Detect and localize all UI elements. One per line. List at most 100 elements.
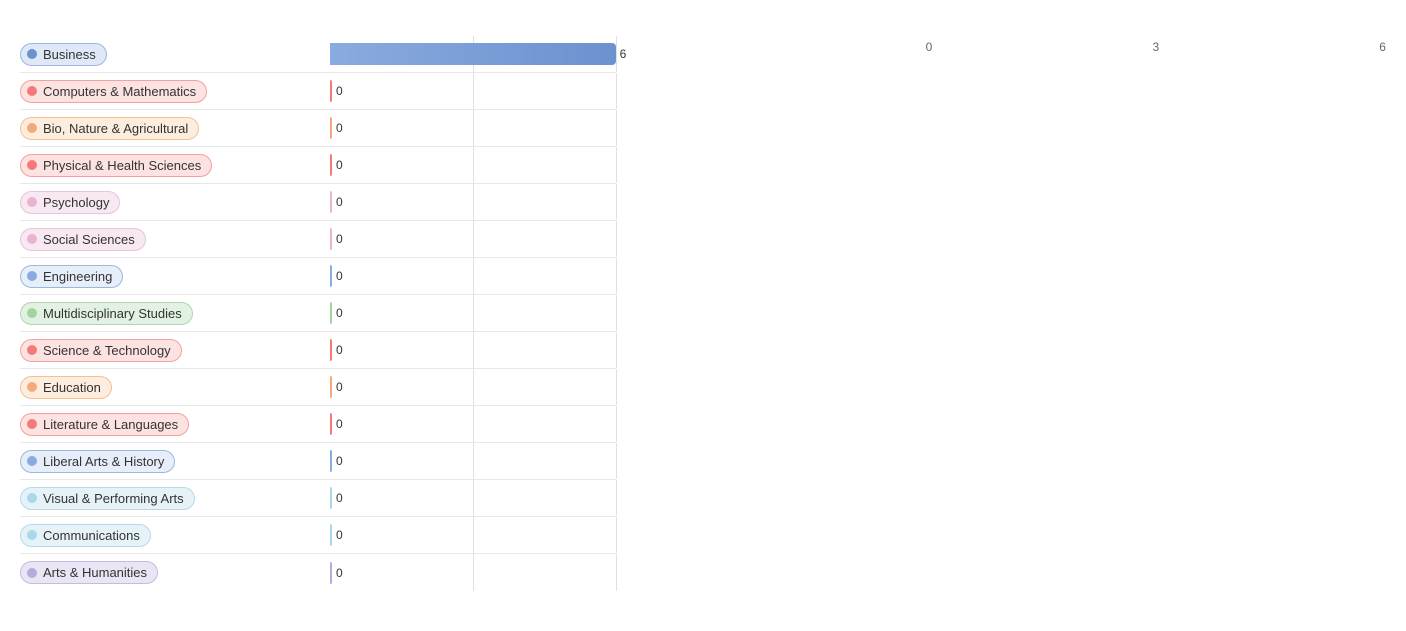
row-label-7: Multidisciplinary Studies — [20, 302, 330, 325]
bar-container-4: 0 — [330, 184, 616, 220]
bar-8: 0 — [330, 339, 332, 361]
table-row: Business6 — [20, 36, 616, 73]
bar-value-12: 0 — [336, 491, 350, 505]
bar-13: 0 — [330, 524, 332, 546]
bar-5: 0 — [330, 228, 332, 250]
category-dot-4 — [27, 197, 37, 207]
x-axis-label: 6 — [1379, 40, 1386, 591]
bar-container-11: 0 — [330, 443, 616, 479]
bar-container-2: 0 — [330, 110, 616, 146]
category-label: Arts & Humanities — [43, 565, 147, 580]
category-label: Liberal Arts & History — [43, 454, 164, 469]
rows-wrapper: Business6Computers & Mathematics0Bio, Na… — [20, 36, 616, 591]
bar-11: 0 — [330, 450, 332, 472]
category-dot-5 — [27, 234, 37, 244]
category-label: Science & Technology — [43, 343, 171, 358]
category-label: Multidisciplinary Studies — [43, 306, 182, 321]
category-dot-8 — [27, 345, 37, 355]
bar-container-10: 0 — [330, 406, 616, 442]
bar-9: 0 — [330, 376, 332, 398]
row-label-5: Social Sciences — [20, 228, 330, 251]
bar-container-14: 0 — [330, 554, 616, 591]
chart-container: Business6Computers & Mathematics0Bio, Na… — [20, 20, 1386, 591]
bar-1: 0 — [330, 80, 332, 102]
category-label: Physical & Health Sciences — [43, 158, 201, 173]
category-dot-2 — [27, 123, 37, 133]
row-label-14: Arts & Humanities — [20, 561, 330, 584]
row-label-12: Visual & Performing Arts — [20, 487, 330, 510]
bar-value-4: 0 — [336, 195, 350, 209]
table-row: Social Sciences 0 — [20, 221, 616, 258]
bar-value-10: 0 — [336, 417, 350, 431]
category-label: Education — [43, 380, 101, 395]
bar-value-9: 0 — [336, 380, 350, 394]
bar-container-12: 0 — [330, 480, 616, 516]
chart-area: Business6Computers & Mathematics0Bio, Na… — [20, 36, 1386, 591]
category-label: Visual & Performing Arts — [43, 491, 184, 506]
category-label: Bio, Nature & Agricultural — [43, 121, 188, 136]
bar-container-5: 0 — [330, 221, 616, 257]
bar-value-8: 0 — [336, 343, 350, 357]
category-label: Engineering — [43, 269, 112, 284]
bar-14: 0 — [330, 562, 332, 584]
row-label-10: Literature & Languages — [20, 413, 330, 436]
bar-value-2: 0 — [336, 121, 350, 135]
bar-12: 0 — [330, 487, 332, 509]
bar-value-1: 0 — [336, 84, 350, 98]
category-label: Communications — [43, 528, 140, 543]
table-row: Bio, Nature & Agricultural 0 — [20, 110, 616, 147]
table-row: Education 0 — [20, 369, 616, 406]
category-label: Social Sciences — [43, 232, 135, 247]
category-label: Literature & Languages — [43, 417, 178, 432]
x-axis: 036 — [616, 36, 1386, 591]
row-label-11: Liberal Arts & History — [20, 450, 330, 473]
bar-container-3: 0 — [330, 147, 616, 183]
bar-value-14: 0 — [336, 566, 350, 580]
category-dot-10 — [27, 419, 37, 429]
bar-2: 0 — [330, 117, 332, 139]
row-label-3: Physical & Health Sciences — [20, 154, 330, 177]
x-axis-label: 3 — [1152, 40, 1159, 591]
category-dot-9 — [27, 382, 37, 392]
table-row: Psychology 0 — [20, 184, 616, 221]
bar-value-6: 0 — [336, 269, 350, 283]
category-label: Psychology — [43, 195, 109, 210]
bar-4: 0 — [330, 191, 332, 213]
category-dot-0 — [27, 49, 37, 59]
bar-container-0: 6 — [330, 36, 616, 72]
table-row: Physical & Health Sciences 0 — [20, 147, 616, 184]
bar-value-11: 0 — [336, 454, 350, 468]
bar-3: 0 — [330, 154, 332, 176]
category-dot-13 — [27, 530, 37, 540]
row-label-4: Psychology — [20, 191, 330, 214]
bar-10: 0 — [330, 413, 332, 435]
category-label: Computers & Mathematics — [43, 84, 196, 99]
row-label-8: Science & Technology — [20, 339, 330, 362]
bar-7: 0 — [330, 302, 332, 324]
bar-container-7: 0 — [330, 295, 616, 331]
table-row: Visual & Performing Arts 0 — [20, 480, 616, 517]
table-row: Computers & Mathematics 0 — [20, 73, 616, 110]
bar-container-9: 0 — [330, 369, 616, 405]
table-row: Engineering 0 — [20, 258, 616, 295]
bar-0: 6 — [330, 43, 616, 65]
bar-container-13: 0 — [330, 517, 616, 553]
bar-container-1: 0 — [330, 73, 616, 109]
bar-value-3: 0 — [336, 158, 350, 172]
category-dot-3 — [27, 160, 37, 170]
x-axis-label: 0 — [926, 40, 933, 591]
bar-value-0: 6 — [620, 47, 634, 61]
category-dot-6 — [27, 271, 37, 281]
row-label-0: Business — [20, 43, 330, 66]
row-label-2: Bio, Nature & Agricultural — [20, 117, 330, 140]
table-row: Communications 0 — [20, 517, 616, 554]
category-dot-11 — [27, 456, 37, 466]
bar-value-7: 0 — [336, 306, 350, 320]
table-row: Multidisciplinary Studies 0 — [20, 295, 616, 332]
bar-container-6: 0 — [330, 258, 616, 294]
table-row: Liberal Arts & History 0 — [20, 443, 616, 480]
bar-value-13: 0 — [336, 528, 350, 542]
table-row: Literature & Languages 0 — [20, 406, 616, 443]
category-dot-7 — [27, 308, 37, 318]
row-label-13: Communications — [20, 524, 330, 547]
